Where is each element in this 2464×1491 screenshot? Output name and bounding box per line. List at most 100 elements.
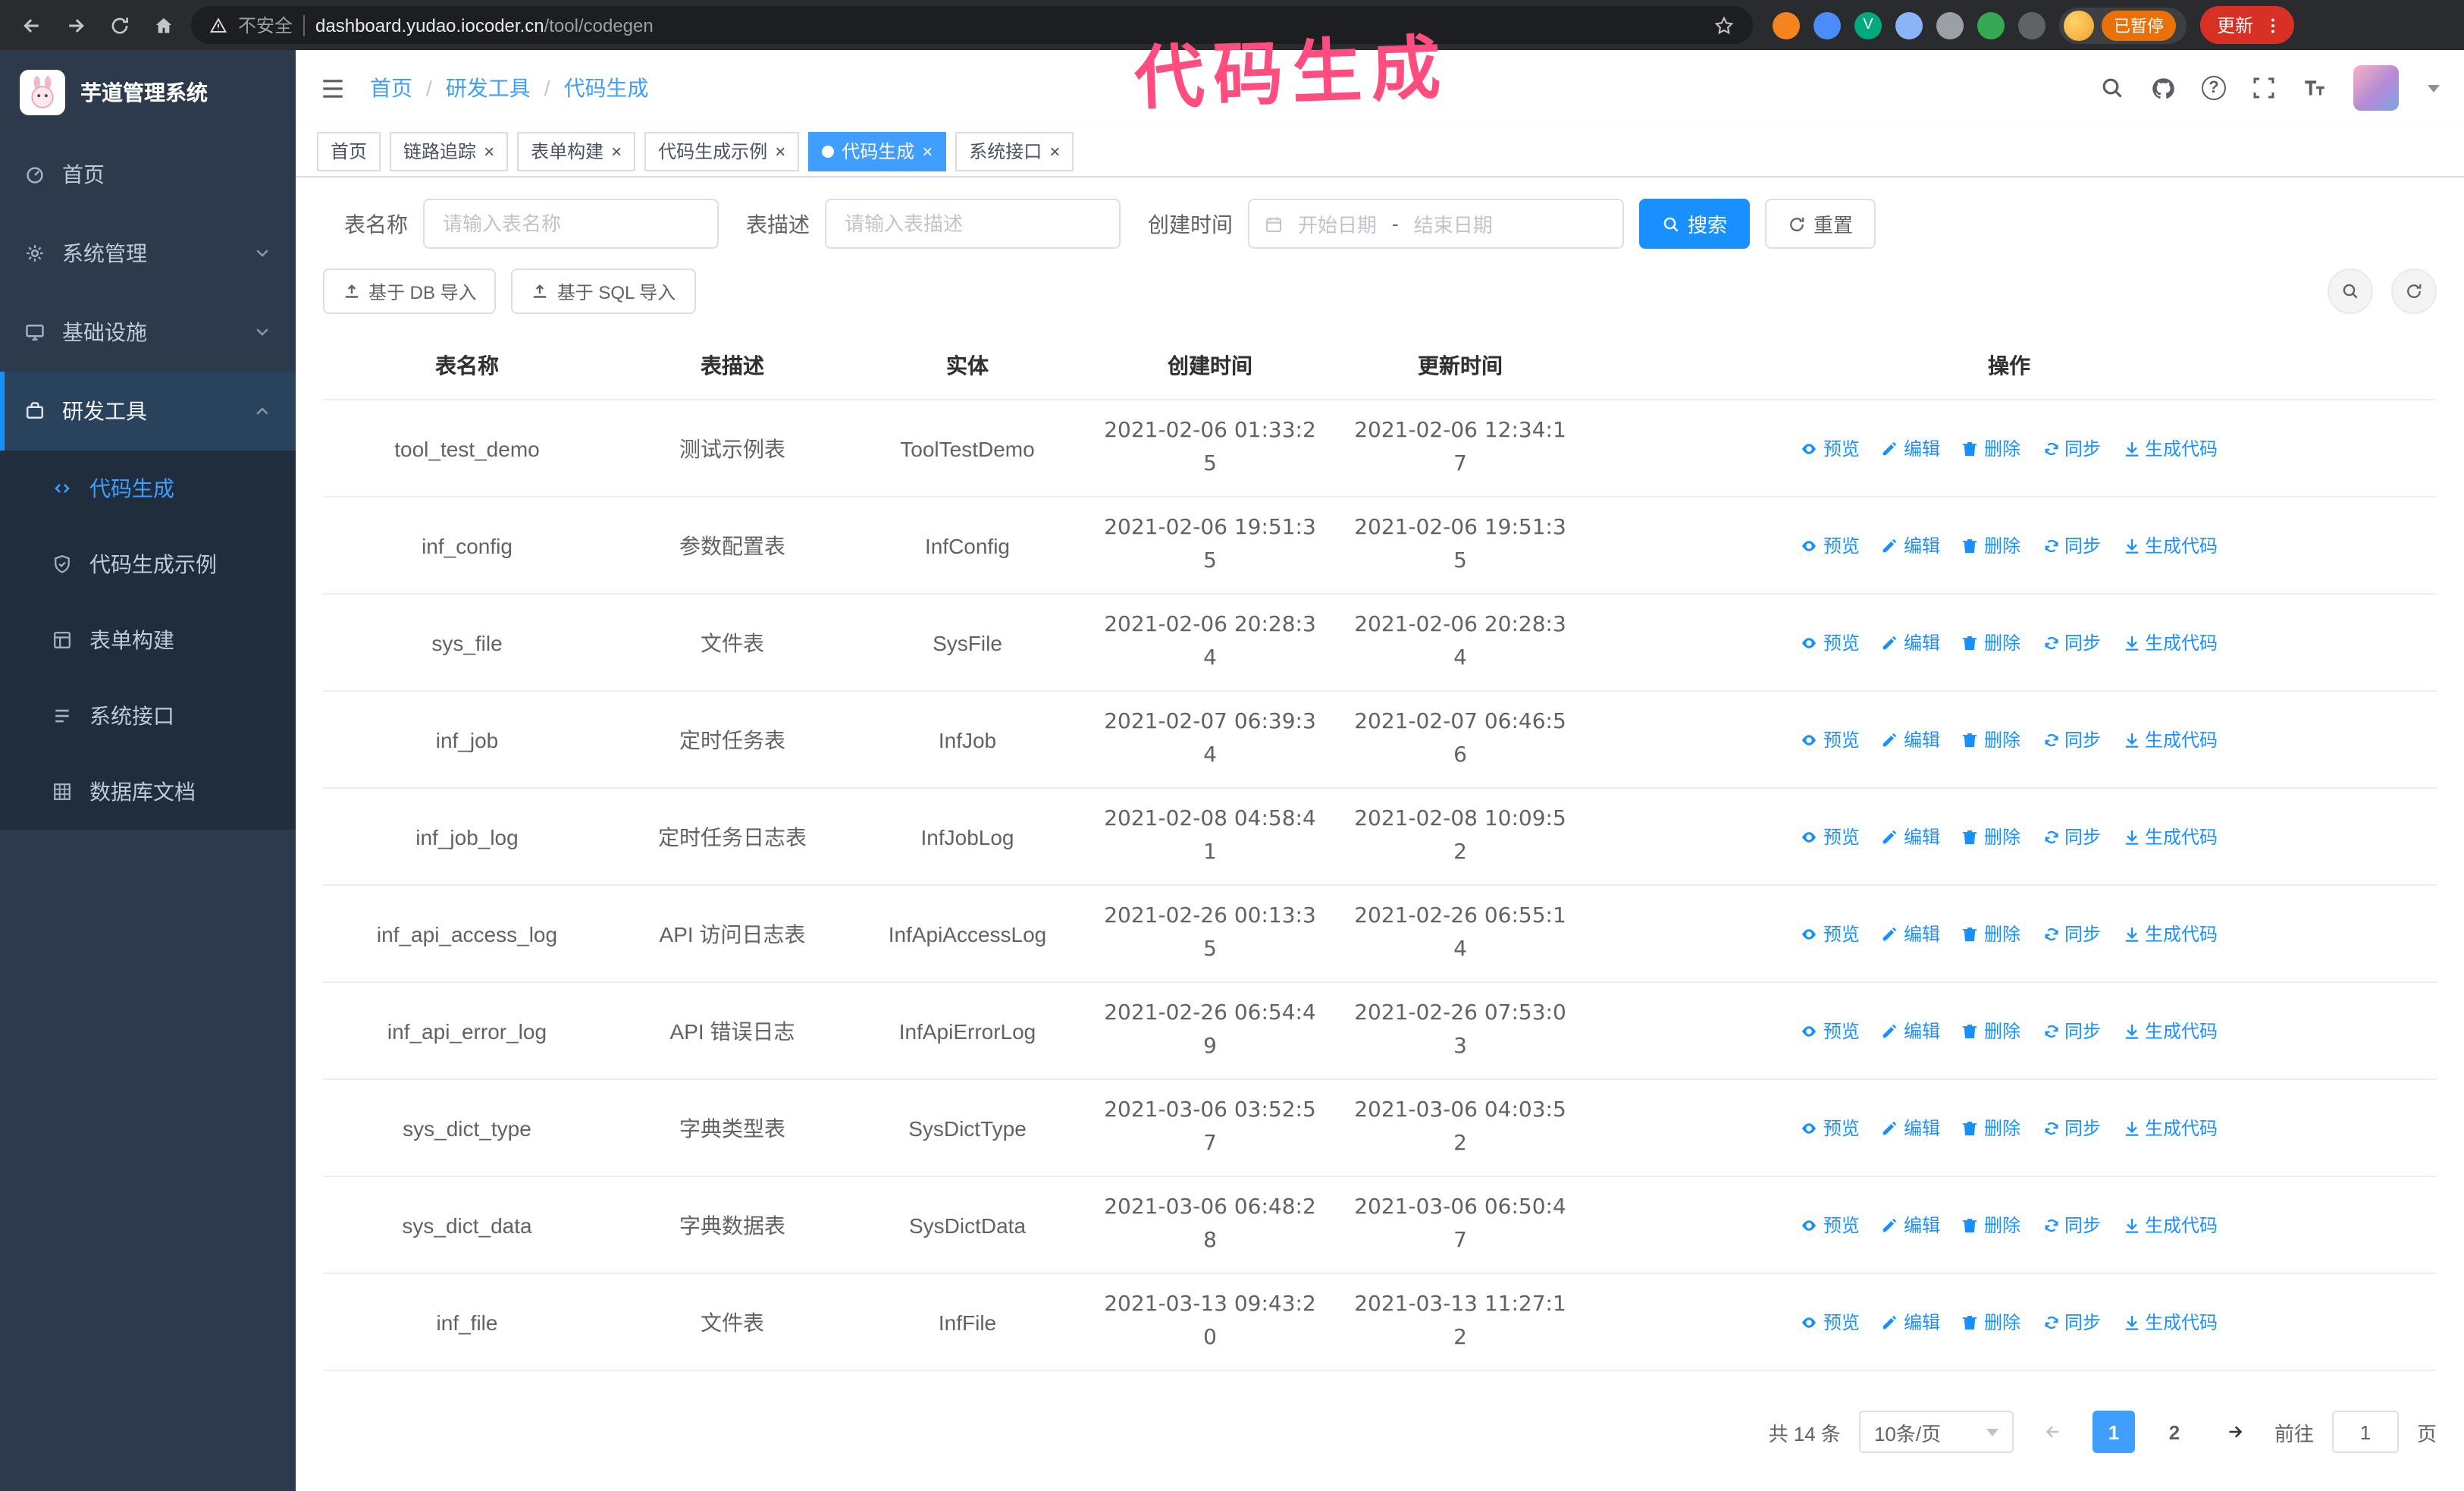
sync-link[interactable]: 同步 (2042, 1309, 2101, 1335)
security-label[interactable]: 不安全 (238, 12, 293, 38)
delete-link[interactable]: 删除 (1961, 1309, 2020, 1335)
browser-forward-button[interactable] (59, 8, 92, 42)
page-button-1[interactable]: 1 (2092, 1411, 2135, 1453)
sync-link[interactable]: 同步 (2042, 435, 2101, 461)
delete-link[interactable]: 删除 (1961, 824, 2020, 849)
tab-codegen[interactable]: 代码生成 × (808, 131, 947, 171)
sync-link[interactable]: 同步 (2042, 1115, 2101, 1141)
edit-link[interactable]: 编辑 (1881, 921, 1940, 946)
sync-link[interactable]: 同步 (2042, 727, 2101, 752)
search-button[interactable]: 搜索 (1639, 199, 1751, 249)
extension-icon-3[interactable]: V (1854, 11, 1882, 39)
tab-trace[interactable]: 链路追踪 × (390, 131, 509, 171)
generate-code-link[interactable]: 生成代码 (2122, 532, 2218, 558)
edit-link[interactable]: 编辑 (1881, 824, 1940, 849)
sidebar-fold-icon[interactable] (320, 75, 346, 101)
browser-home-button[interactable] (147, 8, 180, 42)
toggle-search-button[interactable] (2328, 268, 2373, 314)
preview-link[interactable]: 预览 (1801, 1018, 1860, 1044)
sidebar-item-codegen-example[interactable]: 代码生成示例 (0, 526, 296, 602)
tab-close-icon[interactable]: × (775, 142, 785, 160)
prev-page-button[interactable] (2032, 1411, 2074, 1453)
sidebar-item-form-builder[interactable]: 表单构建 (0, 602, 296, 678)
next-page-button[interactable] (2214, 1411, 2256, 1453)
delete-link[interactable]: 删除 (1961, 532, 2020, 558)
browser-menu-dots-icon[interactable] (2264, 16, 2282, 34)
delete-link[interactable]: 删除 (1961, 1018, 2020, 1044)
edit-link[interactable]: 编辑 (1881, 532, 1940, 558)
sidebar-item-dev-tools[interactable]: 研发工具 (0, 372, 296, 450)
sidebar-item-codegen[interactable]: 代码生成 (0, 450, 296, 526)
generate-code-link[interactable]: 生成代码 (2122, 1018, 2218, 1044)
search-icon[interactable] (2100, 76, 2124, 100)
generate-code-link[interactable]: 生成代码 (2122, 727, 2218, 752)
user-avatar[interactable] (2353, 65, 2399, 111)
tab-home[interactable]: 首页 (317, 131, 381, 171)
fullscreen-icon[interactable] (2252, 76, 2276, 100)
extension-icon-1[interactable] (1773, 11, 1800, 39)
tab-close-icon[interactable]: × (922, 142, 933, 160)
import-sql-button[interactable]: 基于 SQL 导入 (511, 268, 696, 314)
preview-link[interactable]: 预览 (1801, 629, 1860, 655)
sidebar-item-db-doc[interactable]: 数据库文档 (0, 754, 296, 830)
tab-system-api[interactable]: 系统接口 × (955, 131, 1074, 171)
generate-code-link[interactable]: 生成代码 (2122, 1212, 2218, 1238)
extensions-puzzle-icon[interactable] (2018, 11, 2045, 39)
preview-link[interactable]: 预览 (1801, 1115, 1860, 1141)
tab-close-icon[interactable]: × (611, 142, 622, 160)
sidebar-item-system-management[interactable]: 系统管理 (0, 214, 296, 293)
create-time-range-picker[interactable]: 开始日期 - 结束日期 (1248, 199, 1624, 249)
sync-link[interactable]: 同步 (2042, 532, 2101, 558)
address-bar[interactable]: 不安全 dashboard.yudao.iocoder.cn/tool/code… (191, 6, 1753, 44)
delete-link[interactable]: 删除 (1961, 727, 2020, 752)
github-icon[interactable] (2150, 75, 2176, 101)
edit-link[interactable]: 编辑 (1881, 1115, 1940, 1141)
tab-close-icon[interactable]: × (484, 142, 494, 160)
import-db-button[interactable]: 基于 DB 导入 (323, 268, 497, 314)
generate-code-link[interactable]: 生成代码 (2122, 824, 2218, 849)
browser-back-button[interactable] (15, 8, 49, 42)
page-button-2[interactable]: 2 (2153, 1411, 2196, 1453)
preview-link[interactable]: 预览 (1801, 435, 1860, 461)
browser-update-button[interactable]: 更新 (2200, 6, 2295, 44)
tab-codegen-example[interactable]: 代码生成示例 × (644, 131, 800, 171)
preview-link[interactable]: 预览 (1801, 532, 1860, 558)
sync-link[interactable]: 同步 (2042, 1018, 2101, 1044)
edit-link[interactable]: 编辑 (1881, 727, 1940, 752)
edit-link[interactable]: 编辑 (1881, 435, 1940, 461)
refresh-table-button[interactable] (2391, 268, 2437, 314)
sidebar-item-infrastructure[interactable]: 基础设施 (0, 293, 296, 372)
avatar-caret-icon[interactable] (2428, 84, 2440, 92)
sync-link[interactable]: 同步 (2042, 921, 2101, 946)
help-icon[interactable]: ? (2202, 76, 2226, 100)
preview-link[interactable]: 预览 (1801, 824, 1860, 849)
edit-link[interactable]: 编辑 (1881, 629, 1940, 655)
extension-icon-2[interactable] (1814, 11, 1841, 39)
tab-form-builder[interactable]: 表单构建 × (517, 131, 636, 171)
preview-link[interactable]: 预览 (1801, 1309, 1860, 1335)
generate-code-link[interactable]: 生成代码 (2122, 629, 2218, 655)
goto-page-input[interactable] (2331, 1411, 2399, 1453)
sidebar-item-system-api[interactable]: 系统接口 (0, 678, 296, 754)
breadcrumb-dev-tools[interactable]: 研发工具 (446, 73, 531, 103)
extension-icon-4[interactable] (1895, 11, 1923, 39)
tab-close-icon[interactable]: × (1049, 142, 1060, 160)
browser-reload-button[interactable] (103, 8, 136, 42)
generate-code-link[interactable]: 生成代码 (2122, 435, 2218, 461)
sync-link[interactable]: 同步 (2042, 629, 2101, 655)
font-size-icon[interactable] (2302, 75, 2328, 101)
delete-link[interactable]: 删除 (1961, 921, 2020, 946)
generate-code-link[interactable]: 生成代码 (2122, 1309, 2218, 1335)
delete-link[interactable]: 删除 (1961, 629, 2020, 655)
preview-link[interactable]: 预览 (1801, 1212, 1860, 1238)
edit-link[interactable]: 编辑 (1881, 1212, 1940, 1238)
preview-link[interactable]: 预览 (1801, 921, 1860, 946)
sync-link[interactable]: 同步 (2042, 1212, 2101, 1238)
generate-code-link[interactable]: 生成代码 (2122, 1115, 2218, 1141)
extension-icon-5[interactable] (1936, 11, 1964, 39)
reset-button[interactable]: 重置 (1765, 199, 1876, 249)
extension-icon-6[interactable] (1977, 11, 2005, 39)
table-desc-input[interactable] (825, 199, 1121, 249)
generate-code-link[interactable]: 生成代码 (2122, 921, 2218, 946)
edit-link[interactable]: 编辑 (1881, 1309, 1940, 1335)
